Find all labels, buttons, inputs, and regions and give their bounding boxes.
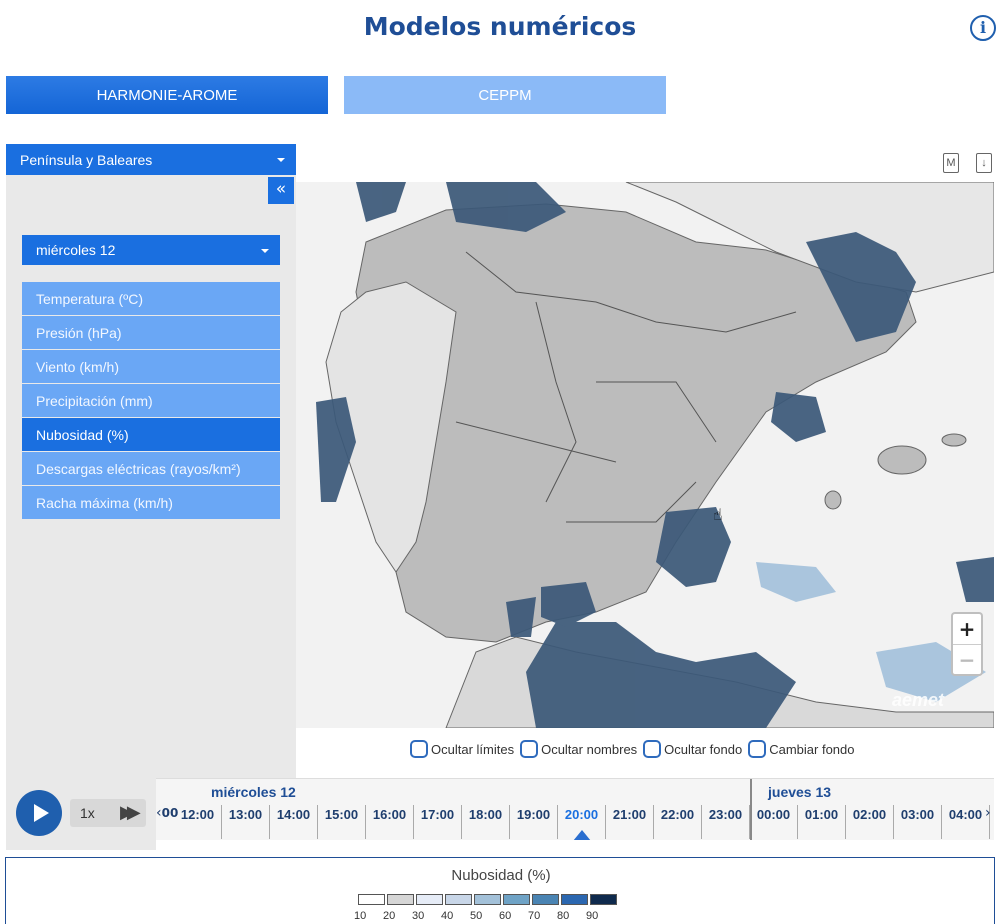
change-background-checkbox[interactable]: Cambiar fondo	[748, 740, 855, 758]
variable-nubosidad[interactable]: Nubosidad (%)	[22, 418, 280, 451]
speed-control[interactable]: 1x ▶▶	[70, 799, 146, 827]
legend-tick: 80	[557, 910, 570, 922]
legend-tick: 60	[499, 910, 512, 922]
legend-swatch	[416, 894, 443, 905]
zoom-in-button[interactable]: +	[953, 614, 981, 644]
variable-temperatura[interactable]: Temperatura (ºC)	[22, 282, 280, 315]
timeline-hour-1700[interactable]: 17:00	[414, 805, 462, 839]
legend: Nubosidad (%) 10 20 30 40 50 60 70 80 90	[5, 857, 995, 924]
checkbox-label: Cambiar fondo	[769, 741, 855, 757]
island-ibiza	[824, 490, 842, 510]
timeline-hour-1300[interactable]: 13:00	[222, 805, 270, 839]
map[interactable]	[296, 182, 994, 728]
legend-tick: 30	[412, 910, 425, 922]
map-m-icon[interactable]: M	[943, 153, 959, 173]
day-select-label: miércoles 12	[36, 242, 116, 258]
timeline-right-arrow-icon[interactable]: ›	[985, 805, 991, 821]
aemet-logo: aemet	[892, 690, 945, 710]
page: Modelos numéricos i HARMONIE-AROME CEPPM…	[0, 0, 1000, 924]
checkbox-box[interactable]	[643, 740, 662, 758]
checkbox-label: Ocultar nombres	[541, 741, 638, 757]
legend-tick: 90	[586, 910, 599, 922]
region-select[interactable]: Península y Baleares	[6, 144, 296, 175]
timeline-hour-2300[interactable]: 23:00	[702, 805, 750, 839]
chevron-down-icon	[261, 249, 269, 253]
variable-presion[interactable]: Presión (hPa)	[22, 316, 280, 349]
legend-tick: 20	[383, 910, 396, 922]
variable-list: Temperatura (ºC) Presión (hPa) Viento (k…	[22, 282, 280, 520]
timeline-hour-0200[interactable]: 02:00	[846, 805, 894, 839]
zoom-out-button[interactable]: −	[953, 644, 981, 674]
speed-label: 1x	[80, 805, 95, 821]
collapse-sidebar-button[interactable]: «	[268, 177, 294, 204]
page-title: Modelos numéricos	[363, 12, 637, 41]
island-mallorca	[877, 445, 927, 475]
checkbox-box[interactable]	[748, 740, 767, 758]
timeline-hour-0400[interactable]: 04:00	[942, 805, 990, 839]
legend-swatch	[474, 894, 501, 905]
hide-limits-checkbox[interactable]: Ocultar límites	[410, 740, 514, 758]
timeline-hour-1400[interactable]: 14:00	[270, 805, 318, 839]
timeline-hour-0300[interactable]: 03:00	[894, 805, 942, 839]
legend-tick: 50	[470, 910, 483, 922]
checkbox-box[interactable]	[520, 740, 539, 758]
timeline-hour-1500[interactable]: 15:00	[318, 805, 366, 839]
zoom-control: + −	[951, 612, 983, 676]
map-options: Ocultar límites Ocultar nombres Ocultar …	[410, 740, 855, 758]
legend-title: Nubosidad (%)	[451, 867, 551, 884]
chevron-down-icon	[277, 158, 285, 162]
timeline-hour-2100[interactable]: 21:00	[606, 805, 654, 839]
timeline-day-label: miércoles 12	[211, 784, 296, 800]
current-time-marker	[573, 830, 591, 840]
variable-viento[interactable]: Viento (km/h)	[22, 350, 280, 383]
checkbox-label: Ocultar fondo	[664, 741, 743, 757]
fast-forward-icon[interactable]: ▶▶	[120, 802, 141, 823]
variable-descargas[interactable]: Descargas eléctricas (rayos/km²)	[22, 452, 280, 485]
play-button[interactable]	[16, 790, 62, 836]
legend-swatch	[387, 894, 414, 905]
legend-swatch	[503, 894, 530, 905]
legend-tick: 70	[528, 910, 541, 922]
info-icon[interactable]: i	[970, 15, 996, 41]
legend-tick: 40	[441, 910, 454, 922]
tab-ceppm[interactable]: CEPPM	[344, 76, 666, 114]
island-menorca	[941, 433, 967, 447]
legend-swatch	[532, 894, 559, 905]
timeline[interactable]: ‹00 miércoles 12 jueves 13 12:00 13:00 14:…	[156, 778, 994, 840]
player-controls: 1x ▶▶	[6, 778, 156, 850]
legend-tick: 10	[354, 910, 367, 922]
timeline-hour-1900[interactable]: 19:00	[510, 805, 558, 839]
day-select[interactable]: miércoles 12	[22, 235, 280, 265]
checkbox-label: Ocultar límites	[431, 741, 515, 757]
map-canvas	[296, 182, 994, 728]
checkbox-box[interactable]	[410, 740, 428, 758]
tab-harmonie-arome[interactable]: HARMONIE-AROME	[6, 76, 328, 114]
legend-swatch	[590, 894, 617, 905]
timeline-hour-1200[interactable]: 12:00	[174, 805, 222, 839]
timeline-hour-2200[interactable]: 22:00	[654, 805, 702, 839]
download-icon[interactable]: ↓	[976, 153, 992, 173]
legend-swatch	[561, 894, 588, 905]
timeline-hour-0100[interactable]: 01:00	[798, 805, 846, 839]
hand-cursor-icon: ☝	[713, 505, 723, 524]
timeline-day-label: jueves 13	[768, 784, 832, 800]
sidebar: « miércoles 12 Temperatura (ºC) Presión …	[6, 175, 296, 778]
timeline-hour-1800[interactable]: 18:00	[462, 805, 510, 839]
hide-names-checkbox[interactable]: Ocultar nombres	[520, 740, 637, 758]
legend-swatch	[358, 894, 385, 905]
legend-swatch	[445, 894, 472, 905]
variable-racha[interactable]: Racha máxima (km/h)	[22, 486, 280, 519]
hide-background-checkbox[interactable]: Ocultar fondo	[643, 740, 742, 758]
region-select-label: Península y Baleares	[20, 151, 153, 168]
timeline-hour-1600[interactable]: 16:00	[366, 805, 414, 839]
timeline-hour-0000[interactable]: 00:00	[750, 805, 798, 839]
variable-precipitacion[interactable]: Precipitación (mm)	[22, 384, 280, 417]
